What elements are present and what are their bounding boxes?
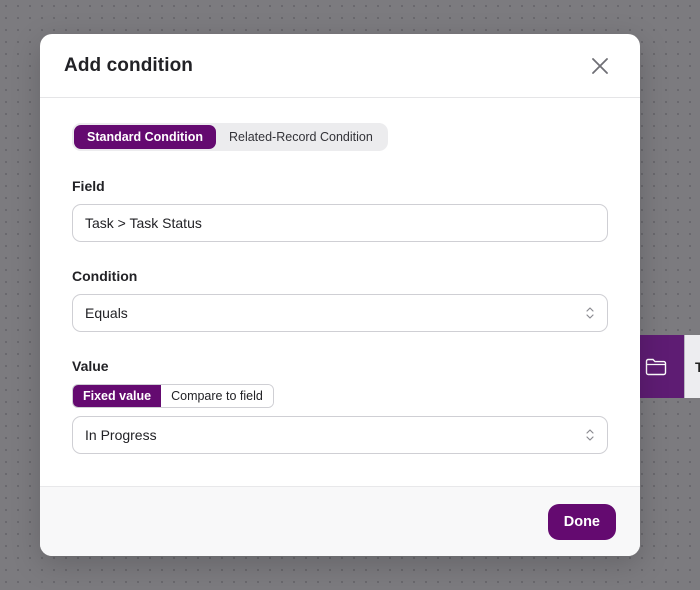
modal-header: Add condition <box>40 34 640 98</box>
chevron-up-down-icon <box>586 307 594 319</box>
field-input[interactable]: Task > Task Status <box>72 204 608 242</box>
done-button[interactable]: Done <box>547 503 616 540</box>
compare-to-field-option[interactable]: Compare to field <box>161 385 273 407</box>
modal-body: Standard Condition Related-Record Condit… <box>40 98 640 454</box>
modal-footer: Done <box>40 486 640 556</box>
chevron-up-down-icon <box>586 429 594 441</box>
folder-icon <box>645 358 667 375</box>
condition-value: Equals <box>85 305 128 321</box>
fixed-value-option[interactable]: Fixed value <box>73 385 162 407</box>
tab-standard-condition[interactable]: Standard Condition <box>74 125 216 149</box>
condition-select[interactable]: Equals <box>72 294 608 332</box>
value-select[interactable]: In Progress <box>72 416 608 454</box>
field-label: Field <box>72 178 105 194</box>
value-selected: In Progress <box>85 427 157 443</box>
value-label: Value <box>72 358 109 374</box>
close-button[interactable] <box>588 54 612 78</box>
modal-title: Add condition <box>64 54 193 76</box>
field-value: Task > Task Status <box>85 215 202 231</box>
condition-label: Condition <box>72 268 138 284</box>
close-icon <box>592 57 608 74</box>
tab-related-record-condition[interactable]: Related-Record Condition <box>216 125 386 149</box>
value-mode-toggle: Fixed value Compare to field <box>72 384 274 408</box>
condition-type-tabs: Standard Condition Related-Record Condit… <box>72 123 388 151</box>
node-label: T <box>684 335 700 398</box>
add-condition-modal: Add condition Standard Condition Related… <box>40 34 640 556</box>
